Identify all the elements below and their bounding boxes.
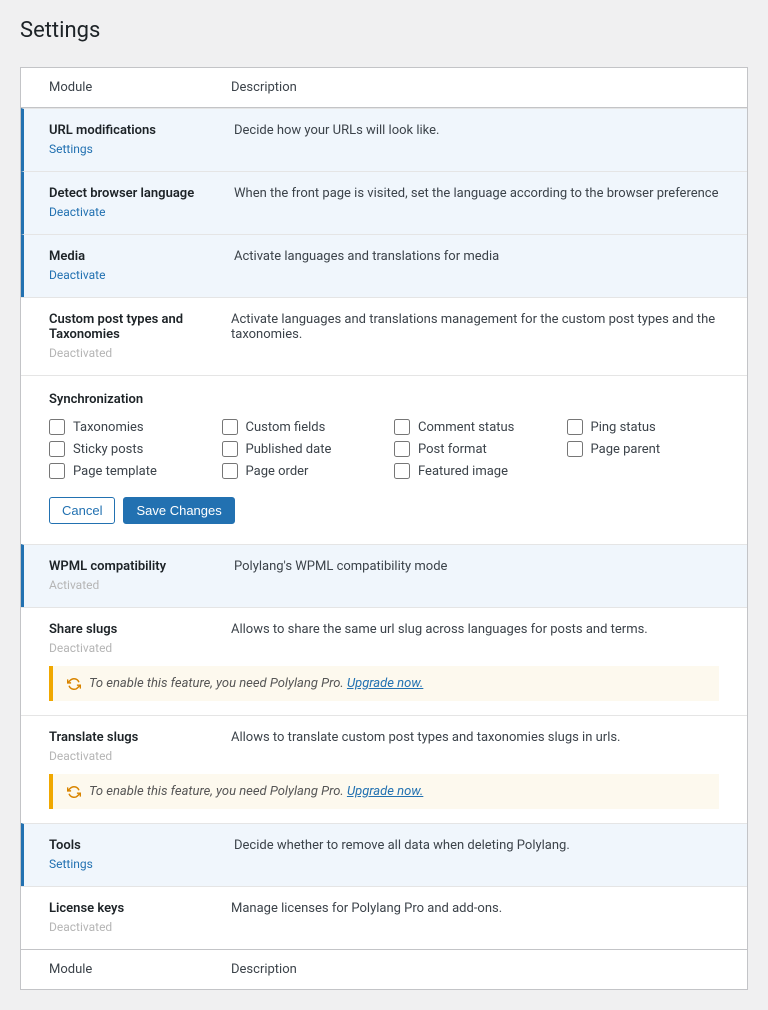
sync-checkbox[interactable] <box>222 441 238 457</box>
module-title: Translate slugs <box>49 730 231 745</box>
upgrade-notice: To enable this feature, you need Polylan… <box>49 666 719 701</box>
module-title: Media <box>49 249 234 264</box>
status-label: Deactivated <box>49 641 112 655</box>
module-description: Allows to share the same url slug across… <box>231 622 747 656</box>
sync-checkbox[interactable] <box>567 419 583 435</box>
module-wpml-compatibility[interactable]: WPML compatibility Activated Polylang's … <box>21 544 747 607</box>
save-button[interactable]: Save Changes <box>123 497 234 524</box>
module-description: Activate languages and translations mana… <box>231 312 747 361</box>
sync-option: Taxonomies <box>49 419 202 435</box>
sync-option: Page order <box>222 463 375 479</box>
refresh-icon <box>67 785 81 799</box>
cancel-button[interactable]: Cancel <box>49 497 115 524</box>
module-title: URL modifications <box>49 123 234 138</box>
notice-text: To enable this feature, you need Polylan… <box>89 676 347 691</box>
sync-checkbox[interactable] <box>394 463 410 479</box>
module-license-keys[interactable]: License keys Deactivated Manage licenses… <box>21 886 747 949</box>
header-module: Module <box>21 80 231 95</box>
deactivate-link[interactable]: Deactivate <box>49 205 105 219</box>
status-label: Deactivated <box>49 346 112 360</box>
sync-option: Sticky posts <box>49 441 202 457</box>
sync-label[interactable]: Page parent <box>591 442 661 457</box>
page-title: Settings <box>20 10 748 51</box>
module-url-modifications[interactable]: URL modifications Settings Decide how yo… <box>21 108 747 171</box>
module-title: Tools <box>49 838 234 853</box>
upgrade-link[interactable]: Upgrade now. <box>347 676 423 691</box>
module-media[interactable]: Media Deactivate Activate languages and … <box>21 234 747 297</box>
module-title: Custom post types and Taxonomies <box>49 312 231 342</box>
module-description: Allows to translate custom post types an… <box>231 730 747 764</box>
sync-label[interactable]: Published date <box>246 442 332 457</box>
footer-description: Description <box>231 962 747 977</box>
sync-option: Published date <box>222 441 375 457</box>
sync-option: Ping status <box>567 419 720 435</box>
module-tools[interactable]: Tools Settings Decide whether to remove … <box>21 823 747 886</box>
sync-label[interactable]: Taxonomies <box>73 420 144 435</box>
status-label: Deactivated <box>49 749 112 763</box>
settings-link[interactable]: Settings <box>49 142 93 156</box>
sync-label[interactable]: Featured image <box>418 464 508 479</box>
module-description: Activate languages and translations for … <box>234 249 747 283</box>
module-custom-post-types[interactable]: Custom post types and Taxonomies Deactiv… <box>21 297 747 375</box>
sync-option: Featured image <box>394 463 547 479</box>
sync-label[interactable]: Comment status <box>418 420 514 435</box>
header-description: Description <box>231 80 747 95</box>
sync-title: Synchronization <box>49 392 719 407</box>
sync-checkbox[interactable] <box>49 419 65 435</box>
module-description: When the front page is visited, set the … <box>234 186 747 220</box>
sync-checkbox[interactable] <box>222 463 238 479</box>
sync-label[interactable]: Post format <box>418 442 487 457</box>
table-footer: Module Description <box>21 949 747 989</box>
module-description: Decide whether to remove all data when d… <box>234 838 747 872</box>
sync-options-grid: Taxonomies Custom fields Comment status Pin… <box>49 419 719 479</box>
sync-label[interactable]: Sticky posts <box>73 442 143 457</box>
table-header: Module Description <box>21 68 747 108</box>
module-share-slugs[interactable]: Share slugs Deactivated Allows to share … <box>21 607 747 658</box>
status-label: Deactivated <box>49 920 112 934</box>
footer-module: Module <box>21 962 231 977</box>
deactivate-link[interactable]: Deactivate <box>49 268 105 282</box>
sync-label[interactable]: Ping status <box>591 420 656 435</box>
module-translate-slugs[interactable]: Translate slugs Deactivated Allows to tr… <box>21 715 747 766</box>
sync-checkbox[interactable] <box>394 419 410 435</box>
sync-checkbox[interactable] <box>222 419 238 435</box>
sync-option: Custom fields <box>222 419 375 435</box>
module-title: Detect browser language <box>49 186 234 201</box>
sync-label[interactable]: Page template <box>73 464 157 479</box>
settings-link[interactable]: Settings <box>49 857 93 871</box>
sync-option: Comment status <box>394 419 547 435</box>
sync-option: Post format <box>394 441 547 457</box>
sync-checkbox[interactable] <box>49 463 65 479</box>
sync-checkbox[interactable] <box>567 441 583 457</box>
module-description: Polylang's WPML compatibility mode <box>234 559 747 593</box>
upgrade-notice: To enable this feature, you need Polylan… <box>49 774 719 809</box>
sync-label[interactable]: Page order <box>246 464 309 479</box>
module-title: License keys <box>49 901 231 916</box>
module-title: WPML compatibility <box>49 559 234 574</box>
sync-checkbox[interactable] <box>49 441 65 457</box>
refresh-icon <box>67 677 81 691</box>
module-title: Share slugs <box>49 622 231 637</box>
module-description: Manage licenses for Polylang Pro and add… <box>231 901 747 935</box>
settings-table: Module Description URL modifications Set… <box>20 67 748 990</box>
upgrade-link[interactable]: Upgrade now. <box>347 784 423 799</box>
module-description: Decide how your URLs will look like. <box>234 123 747 157</box>
sync-checkbox[interactable] <box>394 441 410 457</box>
notice-text: To enable this feature, you need Polylan… <box>89 784 347 799</box>
sync-label[interactable]: Custom fields <box>246 420 326 435</box>
sync-option: Page parent <box>567 441 720 457</box>
sync-option: Page template <box>49 463 202 479</box>
module-detect-browser-language[interactable]: Detect browser language Deactivate When … <box>21 171 747 234</box>
status-label: Activated <box>49 578 99 592</box>
synchronization-section: Synchronization Taxonomies Custom fields C… <box>21 375 747 544</box>
